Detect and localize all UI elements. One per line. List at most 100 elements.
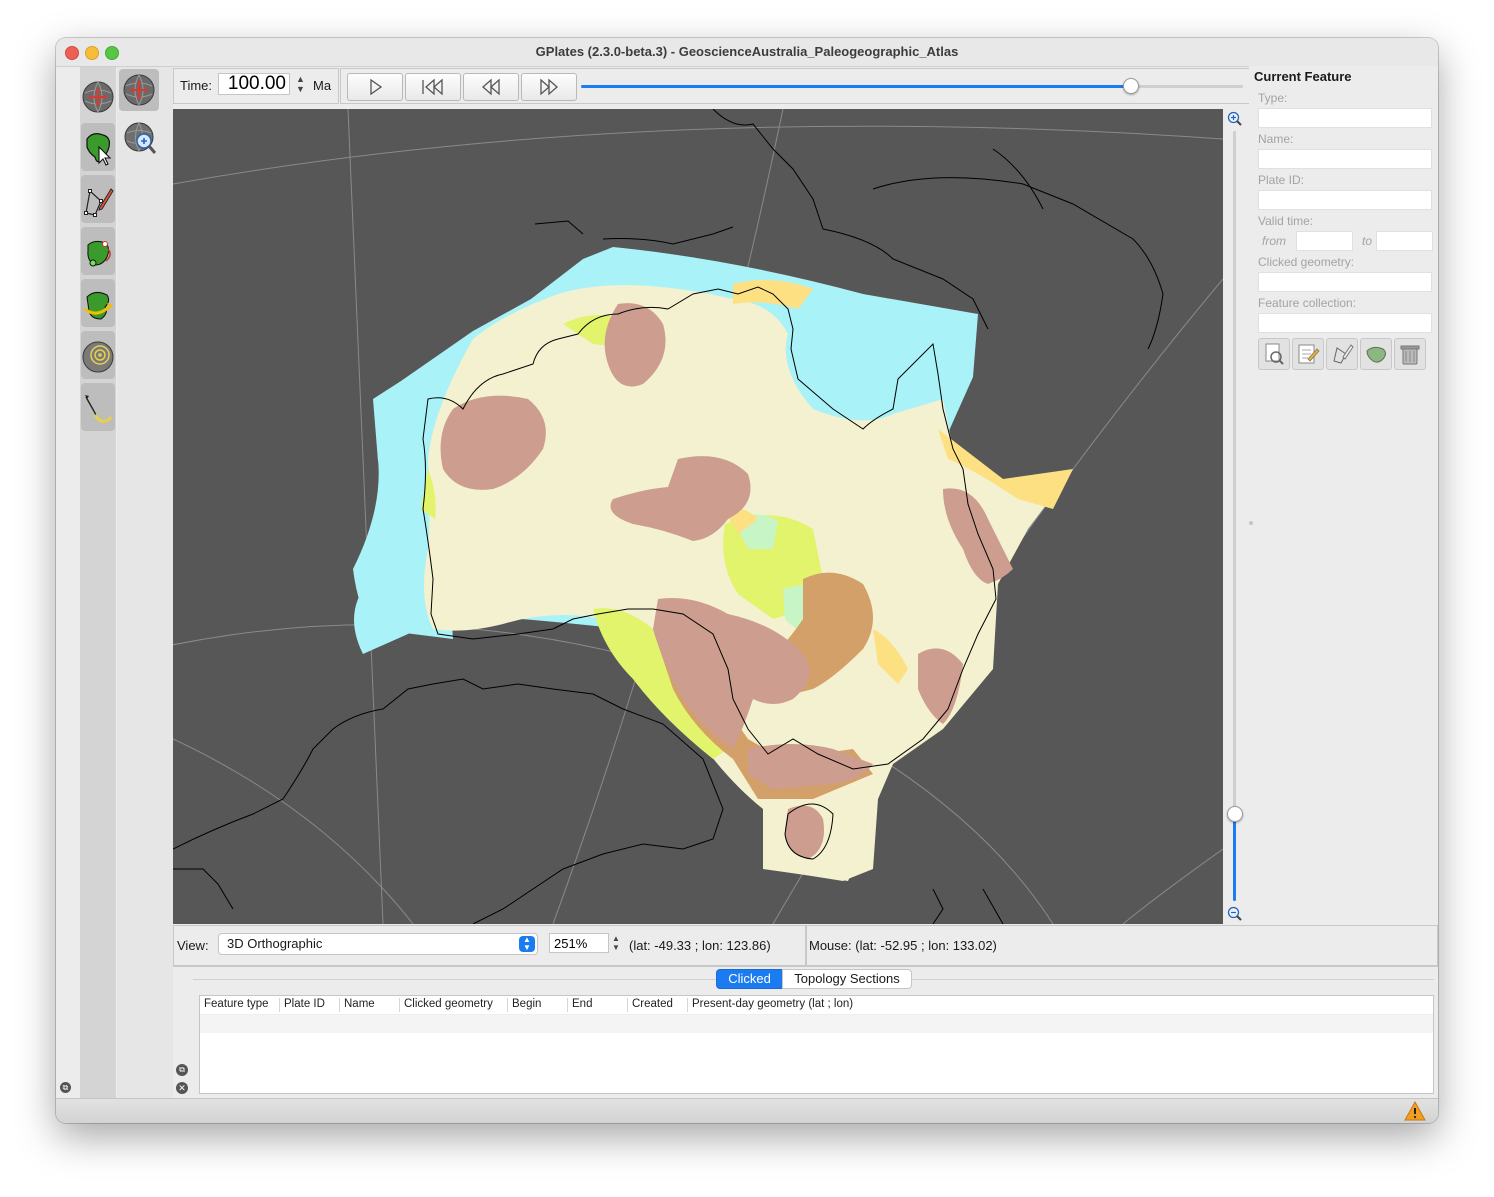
valid-time-to-label: to [1362,234,1373,248]
table-header: Feature type Plate ID Name Clicked geome… [200,996,1433,1015]
choose-feature-icon [86,133,112,166]
mouse-coordinates: Mouse: (lat: -52.95 ; lon: 133.02) [809,938,997,953]
restore-left-panel-icon[interactable]: ⧉ [60,1082,71,1093]
col-feature-type[interactable]: Feature type [204,998,269,1010]
view-status-bar: View: 3D Orthographic ▲▼ ▲▼ (lat: -49.33… [173,925,806,967]
bottom-status-bar [56,1098,1438,1123]
clone-geometry-button[interactable] [1326,338,1358,370]
chevron-down-icon: ▲ ▼ [519,936,535,952]
tool-group-poles[interactable] [81,279,115,327]
zoom-globe-tool[interactable] [121,119,161,161]
tool-group-small-circle[interactable] [81,331,115,379]
projection-select[interactable]: 3D Orthographic ▲ ▼ [218,933,538,955]
feature-collection-field[interactable] [1258,313,1432,333]
play-icon [370,78,383,96]
col-separator [567,998,568,1012]
main-window: GPlates (2.3.0-beta.3) - GeoscienceAustr… [56,38,1438,1123]
time-slider-knob[interactable] [1123,78,1139,94]
dock-float-icon[interactable]: ⧉ [176,1064,188,1076]
globe-canvas[interactable] [173,109,1223,924]
dock-left-strip [173,968,193,1096]
col-present-day-geometry[interactable]: Present-day geometry (lat ; lon) [692,998,853,1010]
delete-feature-icon [1400,345,1420,365]
dock-close-icon[interactable]: ✕ [176,1082,188,1094]
clicked-features-table[interactable]: Feature type Plate ID Name Clicked geome… [199,995,1434,1094]
col-created[interactable]: Created [632,998,673,1010]
animation-controls [340,68,1250,104]
col-separator [687,998,688,1012]
valid-time-label: Valid time: [1258,214,1314,228]
time-input[interactable] [218,73,290,95]
feature-collection-label: Feature collection: [1258,296,1357,310]
type-field[interactable] [1258,108,1432,128]
skip-to-start-icon [422,78,443,96]
zoom-slider-track[interactable] [1227,131,1243,901]
name-label: Name: [1258,132,1294,146]
dock-separator [173,965,1438,966]
col-separator [339,998,340,1012]
clicked-geometry-field[interactable] [1258,272,1432,292]
tool-group-measure[interactable] [81,383,115,431]
time-control: Time: ▲▼ Ma [173,68,339,104]
clicked-geometry-label: Clicked geometry: [1258,255,1355,269]
col-end[interactable]: End [572,998,592,1010]
time-unit-label: Ma [313,78,332,93]
zoom-out-icon[interactable] [1227,906,1243,922]
tool-options-column [117,67,173,1098]
reset-to-start-button[interactable] [405,73,461,101]
delete-feature-button[interactable] [1394,338,1426,370]
topology-edit-button[interactable] [1360,338,1392,370]
time-stepper[interactable]: ▲ ▼ [296,74,308,96]
drag-globe-tool[interactable] [119,69,159,111]
table-row-stripe [200,1015,1433,1033]
view-label: View: [177,938,209,953]
zoom-in-icon[interactable] [1227,111,1243,127]
tool-group-column [80,67,116,1098]
query-feature-button[interactable] [1258,338,1290,370]
step-backward-button[interactable] [463,73,519,101]
warning-icon[interactable] [1404,1101,1426,1121]
panel-resize-handle[interactable] [1249,521,1253,525]
rotate-globe-icon [123,74,155,106]
step-forward-button[interactable] [521,73,577,101]
query-feature-icon [1265,343,1284,365]
zoom-stepper[interactable]: ▲ ▼ [612,934,620,952]
tab-topology-sections[interactable]: Topology Sections [782,969,912,989]
valid-time-from-field[interactable] [1296,231,1353,251]
current-feature-title: Current Feature [1254,69,1352,84]
projection-value: 3D Orthographic [227,936,323,951]
zoom-percent-input[interactable] [549,933,609,953]
col-separator [627,998,628,1012]
zoom-globe-icon [124,122,157,154]
col-begin[interactable]: Begin [512,998,541,1010]
col-name[interactable]: Name [344,998,375,1010]
edit-feature-icon [1298,344,1320,364]
play-button[interactable] [347,73,403,101]
col-plate-id[interactable]: Plate ID [284,998,325,1010]
clone-geometry-icon [1333,344,1354,364]
tool-group-digitise[interactable] [81,175,115,223]
col-separator [507,998,508,1012]
col-clicked-geometry[interactable]: Clicked geometry [404,998,493,1010]
fast-forward-icon [540,78,558,96]
digitise-geometry-icon [84,188,114,217]
camera-coordinates: (lat: -49.33 ; lon: 123.86) [629,938,771,953]
valid-time-to-field[interactable] [1376,231,1433,251]
rewind-icon [482,78,500,96]
edit-feature-button[interactable] [1292,338,1324,370]
title-bar: GPlates (2.3.0-beta.3) - GeoscienceAustr… [56,38,1438,67]
tool-group-topology[interactable] [81,227,115,275]
plate-id-field[interactable] [1258,190,1432,210]
valid-time-from-label: from [1262,234,1286,248]
zoom-slider-knob[interactable] [1227,806,1243,822]
tool-group-features[interactable] [81,123,115,171]
tool-group-view[interactable] [81,71,115,119]
tab-clicked[interactable]: Clicked [716,969,783,989]
move-vertex-icon [87,240,111,267]
window-title: GPlates (2.3.0-beta.3) - GeoscienceAustr… [535,44,959,59]
topology-edit-icon [1366,346,1386,363]
name-field[interactable] [1258,149,1432,169]
plate-id-label: Plate ID: [1258,173,1305,187]
reconstruction-pole-icon [84,291,113,320]
time-slider[interactable] [581,78,1243,94]
